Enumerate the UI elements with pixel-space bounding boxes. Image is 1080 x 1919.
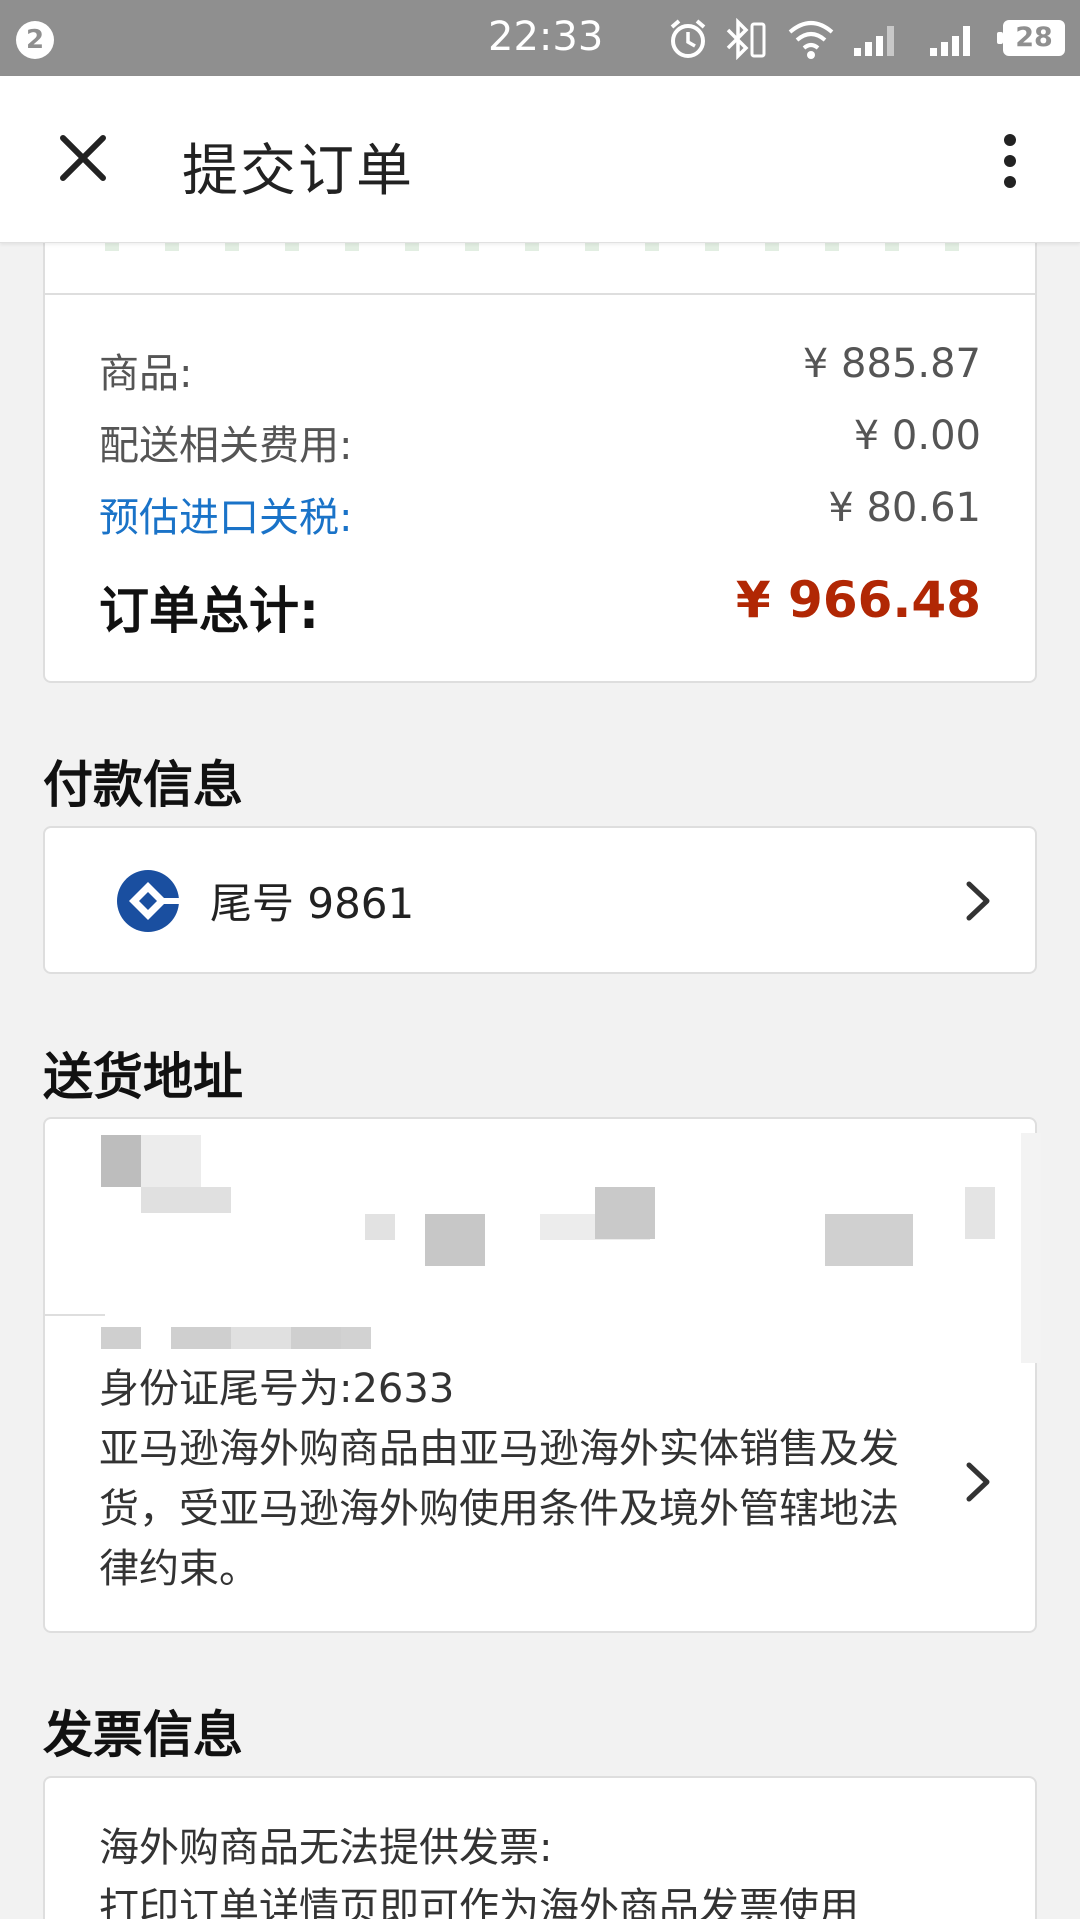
bank-logo-icon <box>117 870 181 932</box>
redacted-address <box>171 1327 231 1349</box>
payment-heading: 付款信息 <box>43 756 243 814</box>
invoice-line-2: 打印订单详情页即可作为海外商品发票使用 <box>99 1885 859 1919</box>
redacted-address <box>425 1214 485 1266</box>
redacted-address <box>825 1214 913 1266</box>
more-options-icon[interactable] <box>985 126 1035 196</box>
shipping-address-details: 身份证尾号为:2633 亚马逊海外购商品由亚马逊海外实体销售及发货，受亚马逊海外… <box>99 1359 909 1599</box>
address-divider <box>45 1314 105 1316</box>
close-icon[interactable] <box>40 118 130 198</box>
redacted-address <box>141 1187 231 1213</box>
invoice-line-1: 海外购商品无法提供发票: <box>99 1825 553 1871</box>
chevron-right-icon <box>966 881 990 921</box>
bluetooth-icon <box>726 18 766 60</box>
import-duty-link[interactable]: 预估进口关税: <box>99 485 352 543</box>
signal-sim2-icon <box>854 26 894 56</box>
order-summary-card: 商品: ¥ 885.87 配送相关费用: ¥ 0.00 预估进口关税: ¥ 80… <box>43 295 1037 683</box>
alarm-icon <box>670 19 706 58</box>
import-duty-value: ¥ 80.61 <box>828 485 981 531</box>
notification-count-badge: 2 <box>16 21 54 59</box>
wifi-icon <box>788 21 834 59</box>
order-total-value: ¥ 966.48 <box>735 571 981 629</box>
shipping-address-heading: 送货地址 <box>43 1048 243 1106</box>
status-bar: 2 22:33 28 <box>0 0 1080 76</box>
battery-level: 28 <box>997 20 1065 56</box>
signal-sim1-icon <box>930 26 970 56</box>
page-title: 提交订单 <box>182 139 414 204</box>
payment-card-text: 尾号 9861 <box>210 879 415 928</box>
redacted-address <box>1021 1133 1041 1363</box>
previous-card-edge <box>43 243 1037 295</box>
app-bar: 提交订单 <box>0 76 1080 243</box>
shipping-address-card[interactable]: 身份证尾号为:2633 亚马逊海外购商品由亚马逊海外实体销售及发货，受亚马逊海外… <box>43 1117 1041 1633</box>
invoice-details: 海外购商品无法提供发票: 打印订单详情页即可作为海外商品发票使用 <box>99 1818 999 1919</box>
overseas-notice-text: 亚马逊海外购商品由亚马逊海外实体销售及发货，受亚马逊海外购使用条件及境外管辖地法… <box>99 1426 899 1592</box>
items-label: 商品: <box>99 351 193 397</box>
items-value: ¥ 885.87 <box>802 341 981 387</box>
invoice-card: 海外购商品无法提供发票: 打印订单详情页即可作为海外商品发票使用 <box>43 1776 1037 1919</box>
redacted-address <box>101 1327 141 1349</box>
redacted-address <box>141 1135 201 1187</box>
scrolled-content-fragment <box>105 243 1005 251</box>
shipping-fee-value: ¥ 0.00 <box>853 413 981 459</box>
redacted-address <box>341 1327 371 1349</box>
shipping-fee-label: 配送相关费用: <box>99 423 353 469</box>
redacted-address <box>231 1327 291 1349</box>
chevron-right-icon <box>966 1462 990 1502</box>
redacted-address <box>595 1187 655 1239</box>
id-number-text: 身份证尾号为:2633 <box>99 1366 455 1412</box>
status-time: 22:33 <box>488 14 604 60</box>
payment-method-row[interactable]: 尾号 9861 <box>43 826 1037 974</box>
invoice-heading: 发票信息 <box>43 1706 243 1764</box>
redacted-address <box>101 1135 141 1187</box>
order-total-label: 订单总计: <box>99 582 319 640</box>
redacted-address <box>365 1214 395 1240</box>
redacted-address <box>965 1187 995 1239</box>
